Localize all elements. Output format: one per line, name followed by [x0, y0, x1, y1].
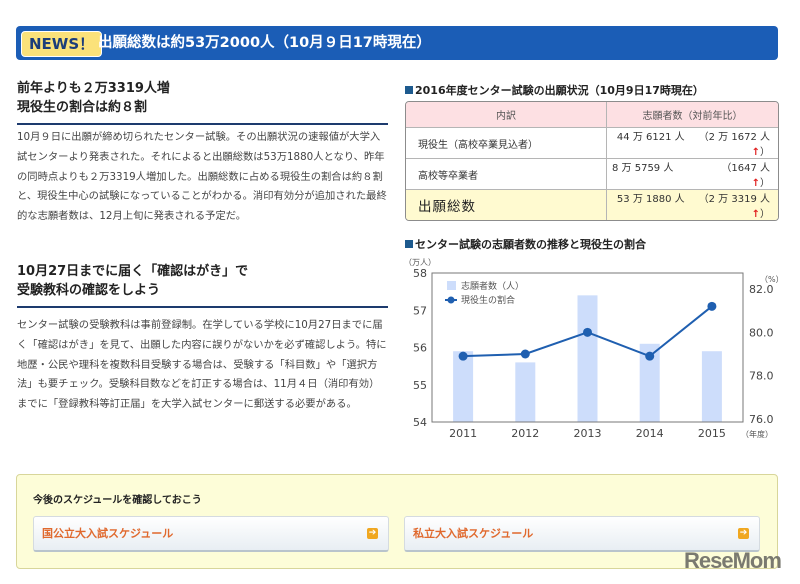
y-tick-left: 55	[413, 379, 427, 392]
y-tick-right: 76.0	[749, 413, 774, 426]
line-point	[458, 351, 468, 361]
arrow-right-icon: ➔	[367, 528, 378, 539]
national-schedule-button[interactable]: 国公立大入試スケジュール ➔	[33, 516, 389, 552]
y-tick-left: 58	[413, 267, 427, 280]
y-tick-left: 54	[413, 416, 427, 429]
x-tick: 2011	[449, 427, 477, 440]
page: NEWS！ 出願総数は約53万2000人（10月９日17時現在） 前年よりも２万…	[0, 0, 800, 584]
line-point	[520, 349, 530, 359]
y-tick-left: 56	[413, 342, 427, 355]
y-tick-right: 78.0	[749, 370, 774, 383]
bar	[577, 295, 598, 422]
y-tick-right: 80.0	[749, 326, 774, 339]
x-axis-label: （年度）	[741, 429, 773, 439]
chart: 54 55 56 57 58 76.0 78.0 80.0 82.0 2011 2012 2013 20…	[404, 258, 784, 440]
arrow-right-icon: ➔	[738, 528, 749, 539]
resemom-logo: ReseMom	[684, 548, 782, 573]
x-tick: 2013	[574, 427, 602, 440]
line-point	[645, 351, 655, 361]
private-schedule-button[interactable]: 私立大入試スケジュール ➔	[404, 516, 760, 552]
schedule-title: 今後のスケジュールを確認しておこう	[33, 495, 202, 506]
bar	[701, 351, 722, 422]
legend-swatch-bar	[447, 281, 456, 290]
legend-label: 現役生の割合	[461, 294, 515, 306]
button-label: 国公立大入試スケジュール	[42, 527, 174, 540]
x-tick: 2014	[636, 427, 664, 440]
line-point	[583, 327, 592, 337]
button-label: 私立大入試スケジュール	[413, 527, 534, 540]
legend-label: 志願者数（人）	[461, 280, 524, 292]
y-axis-label-left: （万人）	[404, 258, 436, 267]
y-tick-left: 57	[413, 304, 427, 317]
line-point	[707, 301, 717, 311]
y-tick-right: 82.0	[749, 283, 774, 296]
x-tick: 2015	[698, 427, 726, 440]
bar	[515, 362, 536, 422]
bar	[453, 351, 474, 422]
y-axis-label-right: （%）	[760, 275, 784, 284]
x-tick: 2012	[511, 427, 539, 440]
legend-swatch-point	[447, 296, 455, 304]
schedule-box: 今後のスケジュールを確認しておこう 国公立大入試スケジュール ➔ 私立大入試スケ…	[16, 474, 778, 569]
